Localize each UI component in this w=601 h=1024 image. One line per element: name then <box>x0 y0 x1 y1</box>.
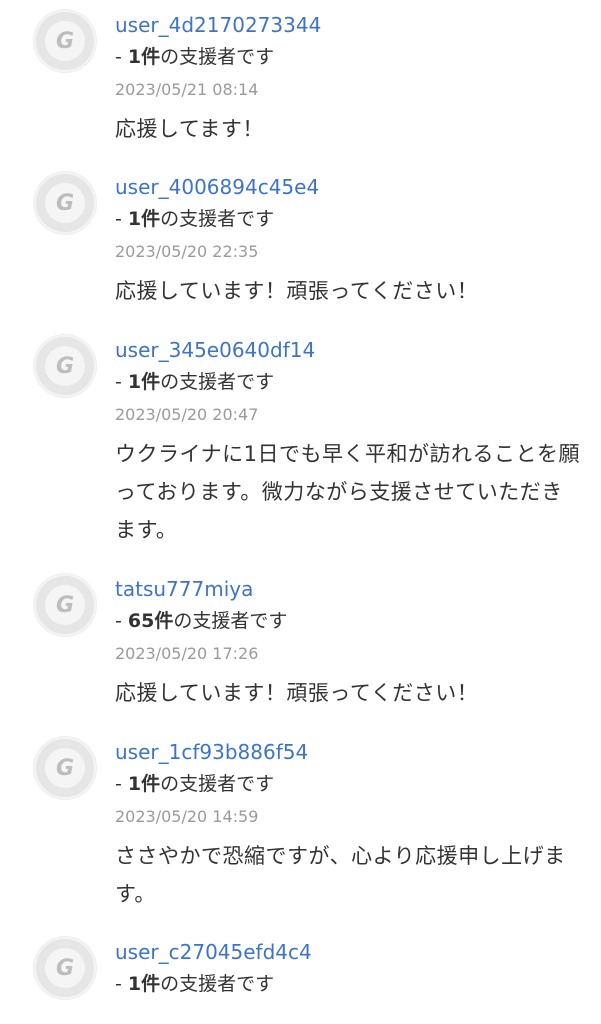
supporter-count: - 1件の支援者です <box>115 967 581 1001</box>
supporter-count-value: 1件 <box>127 46 161 68</box>
supporter-prefix: - <box>115 46 128 68</box>
comment-body: user_345e0640df14 - 1件の支援者です 2023/05/20 … <box>115 335 581 549</box>
username-link[interactable]: user_4006894c45e4 <box>115 172 581 202</box>
comment-message: 応援してます！ <box>115 117 264 141</box>
comment-message: 応援しています！頑張ってください！ <box>115 681 479 705</box>
supporter-count: - 1件の支援者です <box>115 202 581 236</box>
comment-timestamp: 2023/05/21 08:14 <box>115 80 259 99</box>
avatar[interactable]: G <box>34 10 96 72</box>
username-link[interactable]: user_c27045efd4c4 <box>115 937 581 967</box>
supporter-suffix: の支援者です <box>160 973 275 995</box>
avatar-g-icon: G <box>45 346 85 386</box>
avatar-g-icon: G <box>45 21 85 61</box>
username-link[interactable]: user_4d2170273344 <box>115 10 581 40</box>
supporter-prefix: - <box>115 371 128 393</box>
username-link[interactable]: user_345e0640df14 <box>115 335 581 365</box>
username-link[interactable]: user_1cf93b886f54 <box>115 737 581 767</box>
avatar-g-icon: G <box>45 748 85 788</box>
comment-timestamp: 2023/05/20 17:26 <box>115 644 259 663</box>
supporter-count-value: 1件 <box>127 773 161 795</box>
supporter-count-value: 65件 <box>127 610 174 632</box>
supporter-prefix: - <box>115 973 128 995</box>
supporter-suffix: の支援者です <box>160 208 275 230</box>
comment-body: user_4006894c45e4 - 1件の支援者です 2023/05/20 … <box>115 172 581 310</box>
supporter-count-value: 1件 <box>127 208 161 230</box>
supporter-suffix: の支援者です <box>160 371 275 393</box>
comment-message: 応援しています！頑張ってください！ <box>115 279 479 303</box>
comment-message: ささやかで恐縮ですが、心より応援申し上げます。 <box>115 844 566 906</box>
comment-body: user_1cf93b886f54 - 1件の支援者です 2023/05/20 … <box>115 737 581 913</box>
supporter-prefix: - <box>115 208 128 230</box>
avatar[interactable]: G <box>34 172 96 234</box>
comment-timestamp: 2023/05/20 14:59 <box>115 807 259 826</box>
comment-body: tatsu777miya - 65件の支援者です 2023/05/20 17:2… <box>115 574 581 712</box>
comment-timestamp: 2023/05/20 22:35 <box>115 242 259 261</box>
supporter-count-value: 1件 <box>127 973 161 995</box>
username-link[interactable]: tatsu777miya <box>115 574 581 604</box>
comment-body: user_4d2170273344 - 1件の支援者です 2023/05/21 … <box>115 10 581 148</box>
supporter-prefix: - <box>115 610 128 632</box>
supporter-count: - 1件の支援者です <box>115 767 581 801</box>
comment-body: user_c27045efd4c4 - 1件の支援者です <box>115 937 581 1001</box>
supporter-prefix: - <box>115 773 128 795</box>
supporter-count: - 1件の支援者です <box>115 365 581 399</box>
supporter-suffix: の支援者です <box>160 773 275 795</box>
supporter-count-value: 1件 <box>127 371 161 393</box>
avatar[interactable]: G <box>34 737 96 799</box>
comment-feed: G user_4d2170273344 - 1件の支援者です 2023/05/2… <box>0 0 601 1024</box>
supporter-suffix: の支援者です <box>160 46 275 68</box>
supporter-count: - 65件の支援者です <box>115 604 581 638</box>
avatar[interactable]: G <box>34 574 96 636</box>
avatar[interactable]: G <box>34 937 96 999</box>
avatar-g-icon: G <box>45 585 85 625</box>
supporter-suffix: の支援者です <box>173 610 288 632</box>
avatar[interactable]: G <box>34 335 96 397</box>
avatar-g-icon: G <box>45 948 85 988</box>
comment-message: ウクライナに1日でも早く平和が訪れることを願っております。微力ながら支援させてい… <box>115 442 580 542</box>
comment-timestamp: 2023/05/20 20:47 <box>115 405 259 424</box>
supporter-count: - 1件の支援者です <box>115 40 581 74</box>
avatar-g-icon: G <box>45 183 85 223</box>
